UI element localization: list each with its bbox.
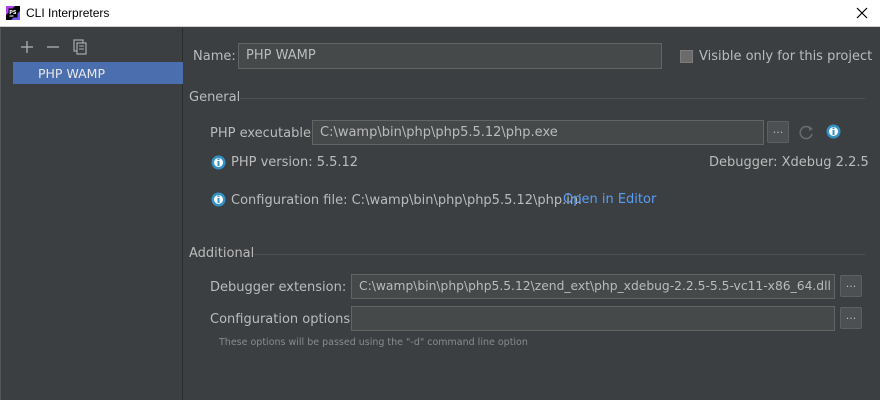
config-file-text: Configuration file: C:\wamp\bin\php\php5… <box>231 193 582 208</box>
config-options-browse-button[interactable]: ... <box>840 307 862 329</box>
php-version-info-icon <box>211 155 226 170</box>
additional-section-title: Additional <box>189 246 255 261</box>
config-options-hint: These options will be passed using the "… <box>219 337 528 348</box>
name-label: Name: <box>193 49 236 64</box>
interpreter-list-item[interactable]: PHP WAMP <box>13 62 183 84</box>
plus-icon[interactable] <box>18 38 36 56</box>
visible-only-checkbox[interactable] <box>680 50 693 63</box>
debugger-extension-field[interactable]: C:\wamp\bin\php\php5.5.12\zend_ext\php_x… <box>351 274 835 299</box>
config-file-info-icon <box>211 192 226 207</box>
minus-icon[interactable] <box>44 38 62 56</box>
info-icon[interactable] <box>826 124 841 139</box>
close-icon[interactable] <box>852 3 872 23</box>
copy-icon[interactable] <box>71 38 89 56</box>
debugger-extension-browse-button[interactable]: ... <box>840 275 862 297</box>
php-version-text: PHP version: 5.5.12 <box>231 155 359 170</box>
additional-separator <box>254 254 865 255</box>
general-separator <box>240 98 865 99</box>
window-title: CLI Interpreters <box>26 6 110 20</box>
phpstorm-logo-icon: PS <box>6 6 20 20</box>
general-section-title: General <box>189 90 241 105</box>
config-options-field[interactable] <box>351 306 835 331</box>
visible-only-label: Visible only for this project <box>699 49 873 64</box>
title-bar: PS CLI Interpreters <box>0 0 880 27</box>
php-executable-label: PHP executable: <box>210 126 316 141</box>
php-executable-browse-button[interactable]: ... <box>767 121 789 143</box>
reload-icon[interactable] <box>797 123 816 142</box>
debugger-extension-label: Debugger extension: <box>210 280 347 295</box>
php-executable-field[interactable]: C:\wamp\bin\php\php5.5.12\php.exe <box>312 120 764 145</box>
svg-text:PS: PS <box>9 10 17 16</box>
interpreters-list-pane: PHP WAMP <box>0 28 183 400</box>
name-field[interactable]: PHP WAMP <box>238 43 662 69</box>
debugger-text: Debugger: Xdebug 2.2.5 <box>709 155 869 170</box>
config-options-label: Configuration options: <box>210 312 355 327</box>
open-in-editor-link[interactable]: Open in Editor <box>563 192 656 207</box>
